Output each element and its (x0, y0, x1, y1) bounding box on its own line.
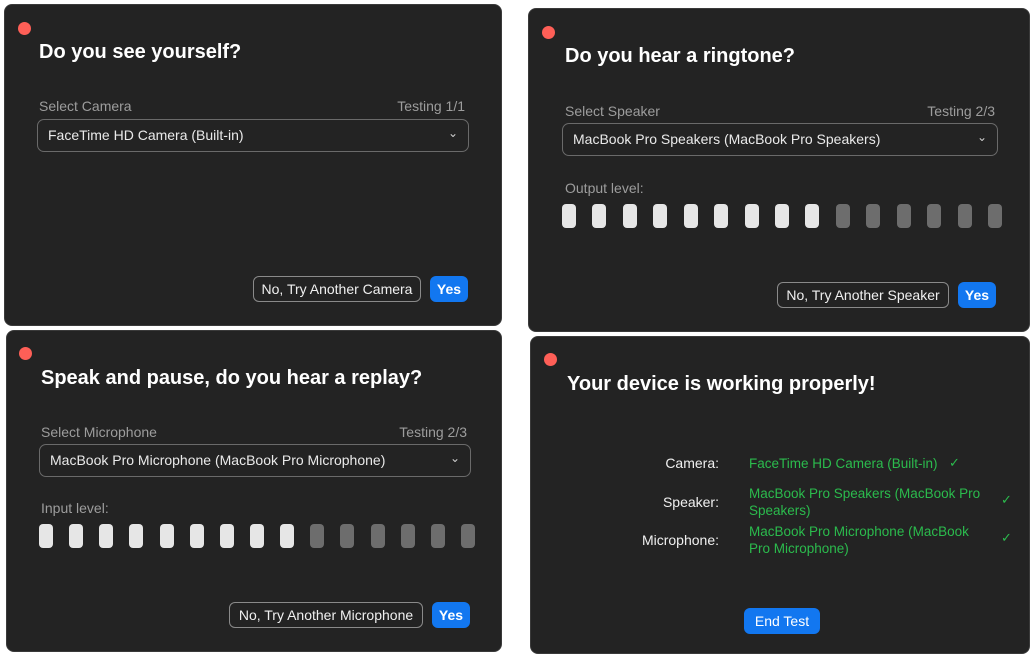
level-bar (69, 524, 84, 548)
level-bar (622, 204, 637, 228)
yes-button[interactable]: Yes (430, 276, 468, 302)
camera-select-value: FaceTime HD Camera (Built-in) (48, 127, 244, 143)
level-bar (430, 524, 445, 548)
yes-button[interactable]: Yes (432, 602, 470, 628)
camera-summary-label: Camera: (665, 455, 719, 471)
panel-title: Your device is working properly! (567, 373, 876, 395)
close-dot-icon[interactable] (542, 26, 555, 39)
testing-progress: Testing 2/3 (399, 424, 467, 440)
close-dot-icon[interactable] (18, 22, 31, 35)
microphone-test-panel: Speak and pause, do you hear a replay? S… (6, 330, 502, 652)
level-bar (714, 204, 729, 228)
close-dot-icon[interactable] (544, 353, 557, 366)
camera-check-icon: ✓ (949, 455, 960, 470)
select-camera-label: Select Camera (39, 98, 132, 114)
microphone-select[interactable]: MacBook Pro Microphone (MacBook Pro Micr… (39, 444, 471, 477)
try-another-camera-button[interactable]: No, Try Another Camera (253, 276, 421, 302)
output-level-meter (562, 204, 1002, 228)
select-speaker-label: Select Speaker (565, 103, 660, 119)
microphone-summary-label: Microphone: (641, 532, 719, 548)
level-bar (775, 204, 789, 228)
level-bar (159, 524, 174, 548)
chevron-down-icon: ⌄ (447, 126, 458, 140)
level-bar (461, 524, 475, 548)
testing-progress: Testing 2/3 (927, 103, 995, 119)
camera-select[interactable]: FaceTime HD Camera (Built-in) ⌄ (37, 119, 469, 152)
level-bar (683, 204, 698, 228)
speaker-select[interactable]: MacBook Pro Speakers (MacBook Pro Speake… (562, 123, 998, 156)
panel-title: Do you see yourself? (39, 41, 242, 63)
level-bar (744, 204, 759, 228)
level-bar (340, 524, 355, 548)
level-bar (219, 524, 234, 548)
level-bar (370, 524, 385, 548)
camera-test-panel: Do you see yourself? Select Camera Testi… (4, 4, 502, 326)
yes-button[interactable]: Yes (958, 282, 996, 308)
speaker-select-value: MacBook Pro Speakers (MacBook Pro Speake… (573, 131, 881, 147)
level-bar (39, 524, 53, 548)
chevron-down-icon: ⌄ (976, 130, 987, 144)
level-bar (129, 524, 144, 548)
level-bar (927, 204, 942, 228)
panel-title: Do you hear a ringtone? (565, 45, 796, 67)
level-bar (250, 524, 264, 548)
chevron-down-icon: ⌄ (449, 451, 460, 465)
level-bar (988, 204, 1002, 228)
microphone-select-value: MacBook Pro Microphone (MacBook Pro Micr… (50, 452, 386, 468)
speaker-check-icon: ✓ (1001, 492, 1012, 507)
speaker-summary-label: Speaker: (662, 494, 719, 510)
microphone-summary-value: MacBook Pro Microphone (MacBook Pro Micr… (749, 524, 969, 556)
level-bar (835, 204, 850, 228)
panel-title: Speak and pause, do you hear a replay? (41, 367, 423, 389)
level-bar (957, 204, 972, 228)
input-level-meter (39, 524, 475, 548)
level-bar (310, 524, 325, 548)
end-test-button[interactable]: End Test (744, 608, 820, 634)
level-bar (866, 204, 881, 228)
speaker-summary-value: MacBook Pro Speakers (MacBook Pro Speake… (749, 486, 981, 518)
speaker-test-panel: Do you hear a ringtone? Select Speaker T… (528, 8, 1030, 332)
level-bar (189, 524, 204, 548)
try-another-microphone-button[interactable]: No, Try Another Microphone (229, 602, 423, 628)
level-bar (805, 204, 820, 228)
level-bar (653, 204, 668, 228)
microphone-check-icon: ✓ (1001, 530, 1012, 545)
input-level-label: Input level: (41, 500, 109, 516)
level-bar (592, 204, 607, 228)
output-level-label: Output level: (565, 180, 644, 196)
level-bar (400, 524, 415, 548)
test-summary-panel: Your device is working properly! Camera:… (530, 336, 1030, 654)
try-another-speaker-button[interactable]: No, Try Another Speaker (777, 282, 949, 308)
select-microphone-label: Select Microphone (41, 424, 157, 440)
close-dot-icon[interactable] (19, 347, 32, 360)
level-bar (896, 204, 911, 228)
level-bar (562, 204, 576, 228)
testing-progress: Testing 1/1 (397, 98, 465, 114)
level-bar (99, 524, 114, 548)
level-bar (280, 524, 295, 548)
